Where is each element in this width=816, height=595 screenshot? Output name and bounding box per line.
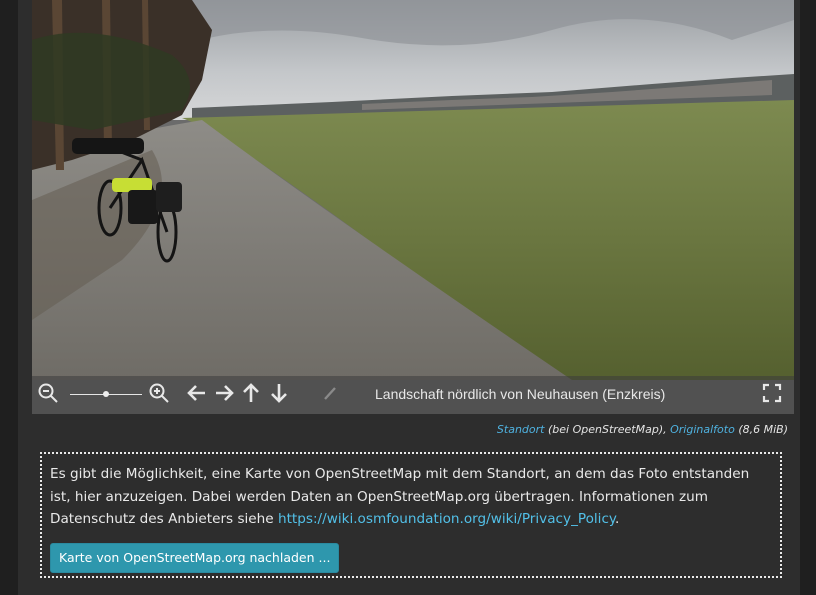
zoom-slider[interactable] [70, 391, 142, 397]
photo-caption: Landschaft nördlich von Neuhausen (Enzkr… [375, 386, 666, 402]
arrow-right-icon[interactable] [213, 382, 239, 408]
notice-end: . [615, 511, 620, 527]
zoom-out-icon[interactable] [37, 382, 63, 408]
landscape-photo [32, 0, 794, 380]
load-map-button[interactable]: Karte von OpenStreetMap.org nachladen ..… [50, 543, 340, 573]
map-consent-box: Es gibt die Möglichkeit, eine Karte von … [40, 452, 782, 578]
file-size: (8,6 MiB) [734, 423, 788, 436]
photo-credit: Standort (bei OpenStreetMap), Originalfo… [497, 423, 788, 436]
zoom-slider-handle[interactable] [103, 391, 109, 397]
map-notice-text: Es gibt die Möglichkeit, eine Karte von … [50, 463, 772, 531]
original-photo-link[interactable]: Originalfoto [670, 423, 735, 436]
arrow-left-icon[interactable] [186, 382, 212, 408]
photo-viewer[interactable]: Landschaft nördlich von Neuhausen (Enzkr… [32, 0, 794, 414]
location-link[interactable]: Standort [497, 423, 545, 436]
fullscreen-icon[interactable] [761, 382, 787, 408]
arrow-up-icon[interactable] [240, 382, 266, 408]
privacy-policy-link[interactable]: https://wiki.osmfoundation.org/wiki/Priv… [278, 511, 615, 527]
photo-toolbar: Landschaft nördlich von Neuhausen (Enzkr… [32, 376, 794, 414]
zoom-in-icon[interactable] [148, 382, 174, 408]
location-note: (bei OpenStreetMap), [544, 423, 671, 436]
rotate-icon[interactable] [319, 382, 345, 408]
arrow-down-icon[interactable] [268, 382, 294, 408]
